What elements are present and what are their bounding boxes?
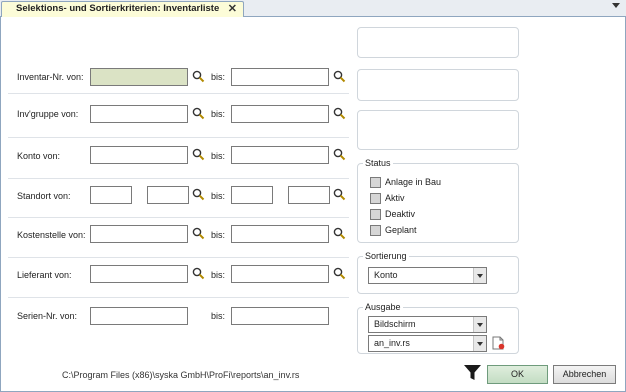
search-icon[interactable] bbox=[192, 227, 205, 240]
status-title: Status bbox=[363, 158, 393, 168]
serien-nr-from-input[interactable] bbox=[90, 307, 188, 325]
lieferant-from-input[interactable] bbox=[90, 265, 188, 283]
checkbox[interactable] bbox=[370, 209, 381, 220]
search-icon[interactable] bbox=[192, 267, 205, 280]
bis-label: bis: bbox=[211, 191, 226, 201]
row-divider bbox=[8, 178, 349, 179]
checkbox-label: Anlage in Bau bbox=[385, 177, 442, 187]
checkbox[interactable] bbox=[370, 177, 381, 188]
standort-to-input-b[interactable] bbox=[288, 186, 330, 204]
filter-label-standort: Standort von: bbox=[17, 191, 71, 201]
tab-selection-criteria[interactable]: Selektions- und Sortierkriterien: Invent… bbox=[1, 1, 244, 17]
inventar-nr-from-input[interactable] bbox=[90, 68, 188, 86]
search-icon[interactable] bbox=[192, 70, 205, 83]
empty-panel bbox=[357, 69, 519, 101]
report-file-select[interactable]: an_inv.rs bbox=[368, 335, 487, 352]
checkbox-label: Deaktiv bbox=[385, 209, 416, 219]
filter-label-lieferant: Lieferant von: bbox=[17, 270, 72, 280]
report-file-value: an_inv.rs bbox=[374, 338, 410, 348]
empty-panel bbox=[357, 110, 519, 150]
close-icon[interactable]: ✕ bbox=[228, 2, 237, 16]
status-group: Status Anlage in Bau Aktiv Deaktiv Gepla… bbox=[357, 158, 519, 243]
chevron-down-icon[interactable] bbox=[473, 317, 486, 332]
bis-label: bis: bbox=[211, 270, 226, 280]
search-icon[interactable] bbox=[192, 107, 205, 120]
tab-title: Selektions- und Sortierkriterien: Invent… bbox=[16, 3, 220, 14]
filter-label-inventar-nr: Inventar-Nr. von: bbox=[17, 72, 84, 82]
ok-button[interactable]: OK bbox=[487, 365, 548, 384]
search-icon[interactable] bbox=[333, 267, 346, 280]
chevron-down-icon[interactable] bbox=[612, 3, 620, 8]
kostenstelle-to-input[interactable] bbox=[231, 225, 329, 243]
empty-panel bbox=[357, 27, 519, 58]
search-icon[interactable] bbox=[333, 107, 346, 120]
search-icon[interactable] bbox=[192, 148, 205, 161]
output-device-value: Bildschirm bbox=[374, 319, 416, 329]
sortierung-title: Sortierung bbox=[363, 251, 409, 261]
lieferant-to-input[interactable] bbox=[231, 265, 329, 283]
filter-label-konto: Konto von: bbox=[17, 151, 61, 161]
filter-label-kostenstelle: Kostenstelle von: bbox=[17, 230, 86, 240]
bis-label: bis: bbox=[211, 311, 226, 321]
standort-from-input-b[interactable] bbox=[147, 186, 189, 204]
chevron-down-icon[interactable] bbox=[473, 336, 486, 351]
checkbox[interactable] bbox=[370, 193, 381, 204]
row-divider bbox=[8, 137, 349, 138]
sort-select[interactable]: Konto bbox=[368, 267, 487, 284]
filter-label-serien-nr: Serien-Nr. von: bbox=[17, 311, 78, 321]
checkbox-label: Geplant bbox=[385, 225, 417, 235]
konto-to-input[interactable] bbox=[231, 146, 329, 164]
search-icon[interactable] bbox=[333, 148, 346, 161]
invgruppe-from-input[interactable] bbox=[90, 105, 188, 123]
checkbox[interactable] bbox=[370, 225, 381, 236]
bis-label: bis: bbox=[211, 230, 226, 240]
invgruppe-to-input[interactable] bbox=[231, 105, 329, 123]
row-divider bbox=[8, 257, 349, 258]
search-icon[interactable] bbox=[333, 227, 346, 240]
row-divider bbox=[8, 297, 349, 298]
search-icon[interactable] bbox=[333, 188, 346, 201]
search-icon[interactable] bbox=[192, 188, 205, 201]
edit-report-icon[interactable] bbox=[492, 336, 505, 350]
filter-icon[interactable] bbox=[463, 363, 482, 382]
tab-strip: Selektions- und Sortierkriterien: Invent… bbox=[0, 0, 626, 17]
kostenstelle-from-input[interactable] bbox=[90, 225, 188, 243]
filter-label-invgruppe: Inv'gruppe von: bbox=[17, 109, 79, 119]
bis-label: bis: bbox=[211, 109, 226, 119]
checkbox-label: Aktiv bbox=[385, 193, 405, 203]
sortierung-group: Sortierung Konto bbox=[357, 251, 519, 294]
cancel-button[interactable]: Abbrechen bbox=[553, 365, 616, 384]
standort-to-input-a[interactable] bbox=[231, 186, 273, 204]
inventar-nr-to-input[interactable] bbox=[231, 68, 329, 86]
search-icon[interactable] bbox=[333, 70, 346, 83]
bis-label: bis: bbox=[211, 72, 226, 82]
row-divider bbox=[8, 93, 349, 94]
standort-from-input-a[interactable] bbox=[90, 186, 132, 204]
row-divider bbox=[8, 217, 349, 218]
bis-label: bis: bbox=[211, 151, 226, 161]
output-device-select[interactable]: Bildschirm bbox=[368, 316, 487, 333]
konto-from-input[interactable] bbox=[90, 146, 188, 164]
chevron-down-icon[interactable] bbox=[473, 268, 486, 283]
serien-nr-to-input[interactable] bbox=[231, 307, 329, 325]
ausgabe-group: Ausgabe Bildschirm an_inv.rs bbox=[357, 302, 519, 354]
report-path: C:\Program Files (x86)\syska GmbH\ProFi\… bbox=[62, 370, 300, 380]
sort-select-value: Konto bbox=[374, 270, 398, 280]
ausgabe-title: Ausgabe bbox=[363, 302, 403, 312]
